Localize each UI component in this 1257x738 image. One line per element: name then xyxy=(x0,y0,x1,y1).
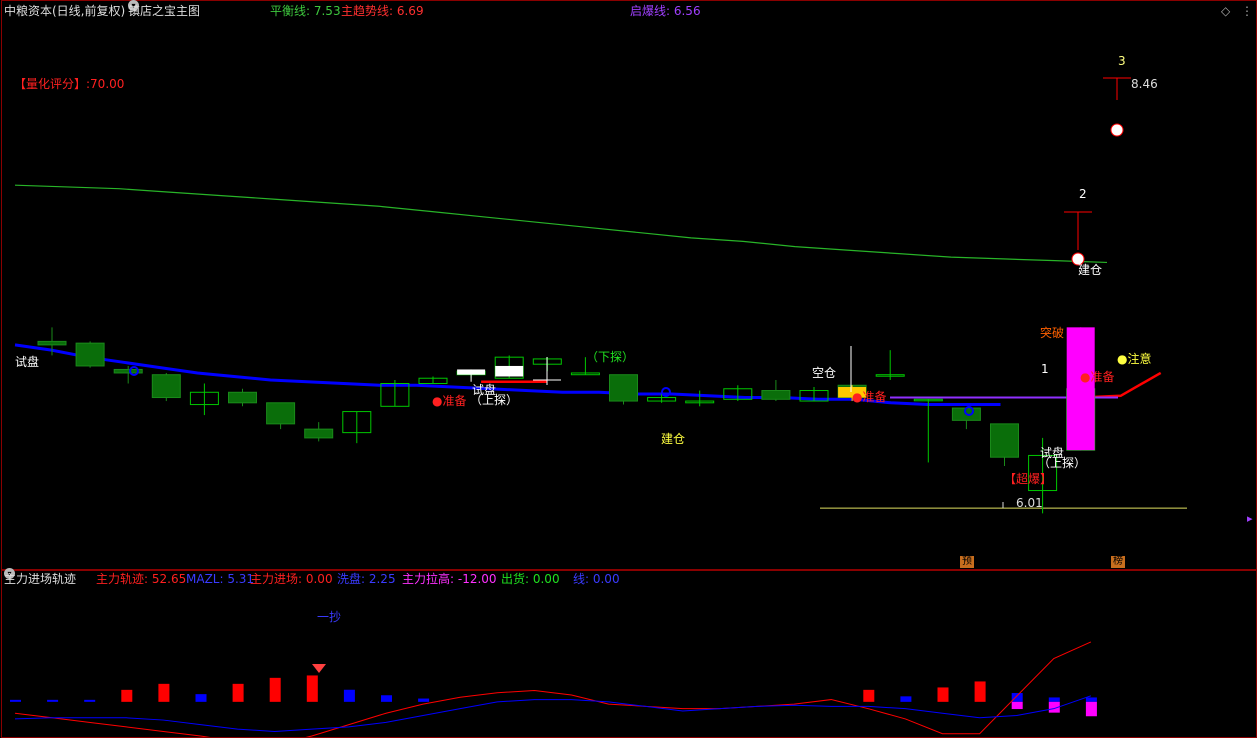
annotation-number-2: 2 xyxy=(1079,187,1087,201)
candle-body xyxy=(151,374,181,399)
balance-line-label: 平衡线: 7.53 xyxy=(270,4,341,18)
diamond-icon[interactable]: ◇ xyxy=(1221,0,1230,22)
blue-bar xyxy=(1048,697,1060,702)
annotation-trial-left: 试盘 xyxy=(15,355,40,369)
entry-label: 主力进场: 0.00 xyxy=(250,572,333,586)
blue-bar xyxy=(900,696,912,702)
high-price-label: 8.46 xyxy=(1131,77,1158,91)
tag-bang[interactable]: 榜 xyxy=(1111,556,1125,568)
main-header: 中粮资本(日线,前复权) ▾ 镇店之宝主图 平衡线: 7.53 主趋势线: 6.6… xyxy=(0,0,1257,22)
diamond-marker xyxy=(312,664,326,673)
candle-body xyxy=(266,402,296,425)
low-price-label: 6.01 xyxy=(1016,496,1043,510)
annotation-number-3: 3 xyxy=(1118,54,1126,68)
annotation-prepare-1: ●准备 xyxy=(432,394,467,408)
red-bar xyxy=(121,689,133,702)
highlight-candle-body xyxy=(457,369,486,375)
mazl-label: MAZL: 5.31 xyxy=(186,572,255,586)
red-bar xyxy=(974,681,986,702)
score-label: 【量化评分】:70.00 xyxy=(14,77,125,91)
blue-bar xyxy=(343,689,355,702)
blue-bar xyxy=(47,699,59,702)
blue-bar xyxy=(10,699,21,702)
annotation-empty-position: 空仓 xyxy=(812,366,837,380)
candle-body xyxy=(75,342,105,367)
mazl-line xyxy=(14,695,1092,732)
highlight-candle-body xyxy=(495,365,524,377)
stock-title[interactable]: 中粮资本(日线,前复权) xyxy=(4,0,125,22)
annotation-probe-down: （下探） xyxy=(586,350,635,364)
blue-bar xyxy=(84,699,96,702)
red-bar xyxy=(937,687,949,702)
indicator-name: 镇店之宝主图 xyxy=(128,4,201,18)
highlight-candle-body xyxy=(1066,327,1095,451)
candle-body xyxy=(228,391,257,404)
balance-line xyxy=(14,184,1108,264)
red-bar xyxy=(269,677,281,702)
track-line xyxy=(14,641,1092,738)
red-bar xyxy=(158,683,170,702)
right-edge-marker: ▸ xyxy=(1247,512,1253,525)
sub-header: ▾ 主力进场轨迹 主力轨迹: 52.65 MAZL: 5.31 主力进场: 0.0… xyxy=(0,568,1257,590)
line-label: 线: 0.00 xyxy=(573,572,620,586)
annotation-probe-right: （上探） xyxy=(1038,456,1087,470)
breakout-line-label: 启爆线: 6.56 xyxy=(630,4,701,18)
tag-pre[interactable]: 预 xyxy=(960,556,974,568)
red-bar xyxy=(306,675,318,702)
annotation-build-mid: 建仓 xyxy=(661,432,686,446)
track-label: 主力轨迹: 52.65 xyxy=(96,572,187,586)
plus-marker-high xyxy=(1110,123,1124,137)
pull-label: 主力拉高: -12.00 xyxy=(402,572,497,586)
annotation-super-burst: 【超爆】 xyxy=(1004,472,1053,486)
sub-annotation: 一抄 xyxy=(317,610,342,624)
wash-label: 洗盘: 2.25 xyxy=(337,572,396,586)
candle-body xyxy=(761,390,791,400)
blue-bar xyxy=(1011,693,1023,702)
sub-indicator-name: 主力进场轨迹 xyxy=(4,572,77,586)
red-bar xyxy=(232,683,244,702)
magenta-bar xyxy=(1011,701,1023,710)
blue-bar xyxy=(195,694,207,702)
blue-bar xyxy=(381,695,392,702)
menu-icon[interactable]: ⋮ xyxy=(1241,0,1253,22)
annotation-prepare-3: ●准备 xyxy=(1080,370,1115,384)
annotation-build-right: 建仓 xyxy=(1078,263,1103,277)
red-bar xyxy=(863,689,875,702)
annotation-prepare-2: ●准备 xyxy=(852,390,887,404)
annotation-number-1: 1 xyxy=(1041,362,1049,376)
candle-body xyxy=(990,423,1019,458)
candle-body xyxy=(37,340,67,346)
candle-body xyxy=(609,374,638,402)
magenta-bar xyxy=(1085,701,1097,717)
blue-bar xyxy=(1085,697,1097,702)
main-chart xyxy=(10,77,1187,738)
trend-line-label: 主趋势线: 6.69 xyxy=(341,4,424,18)
annotation-breakthrough: 突破 xyxy=(1040,326,1065,340)
ship-label: 出货: 0.00 xyxy=(501,572,560,586)
annotation-attention: ●注意 xyxy=(1117,352,1152,366)
annotation-probe-mid: （上探） xyxy=(470,393,519,407)
blue-bar xyxy=(418,698,430,702)
candle-body xyxy=(304,428,334,439)
